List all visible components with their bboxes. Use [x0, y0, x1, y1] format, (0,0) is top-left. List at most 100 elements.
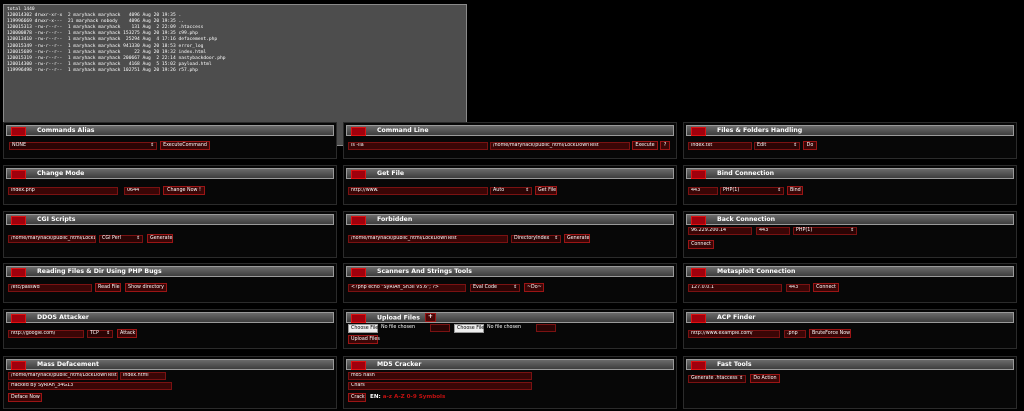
panel-scanners: Scanners And Strings Tools <?php echo "S… — [343, 263, 677, 303]
panel-header: Forbidden — [346, 214, 674, 225]
chmod-mode-input[interactable]: 0644 — [124, 187, 160, 195]
panel-title: Scanners And Strings Tools — [377, 268, 472, 275]
back-method-select[interactable]: PHP(1) ⇕ — [793, 227, 857, 235]
red-square-icon — [11, 127, 26, 136]
cgi-type-value: CGI Perl — [102, 236, 121, 241]
select-arrows-icon: ⇕ — [739, 376, 743, 381]
panel-header: Get File — [346, 168, 674, 179]
scanner-mode-value: Eval Code — [473, 285, 497, 290]
cgi-type-select[interactable]: CGI Perl ⇕ — [99, 235, 143, 243]
md5-hash-input[interactable]: md5 hash — [348, 372, 532, 380]
bruteforce-button[interactable]: BruteForce Now — [809, 329, 851, 338]
panel-title: ACP Finder — [717, 314, 756, 321]
change-now-button[interactable]: Change Now ! — [163, 186, 205, 195]
red-square-icon — [691, 216, 706, 225]
forbidden-type-select[interactable]: DirectoryIndex ⇕ — [511, 235, 561, 243]
working-dir-input[interactable]: /home/maryhack/public_html/LockDownTest — [490, 142, 630, 150]
scanner-mode-select[interactable]: Eval Code ⇕ — [470, 284, 520, 292]
show-directory-button[interactable]: Show directory — [125, 283, 167, 292]
choose-file-button-2[interactable]: Choose File — [454, 324, 484, 333]
get-file-button[interactable]: Get File — [535, 186, 557, 195]
ddos-protocol-select[interactable]: TCP ⇕ — [87, 330, 113, 338]
chmod-file-input[interactable]: index.php — [8, 187, 118, 195]
forbidden-path-input[interactable]: /home/maryhack/public_html/LockDownTest — [348, 235, 508, 243]
upload-files-button[interactable]: Upload Files — [348, 335, 380, 344]
charset-label: EN: a-z A-Z 0-9 Symbols — [370, 394, 445, 400]
panel-title: Reading Files & Dir Using PHP Bugs — [37, 268, 162, 275]
get-file-url-input[interactable]: http://www. — [348, 187, 488, 195]
panel-ddos: DDOS Attacker http://google.com/ TCP ⇕ At… — [3, 309, 337, 349]
scanner-do-button[interactable]: ~Do~ — [524, 283, 544, 292]
bind-button[interactable]: Bind — [787, 186, 803, 195]
metasploit-connect-button[interactable]: Connect — [813, 283, 839, 292]
deface-path-input[interactable]: /home/maryhack/public_html/LockDownTest — [8, 372, 118, 380]
cgi-generate-button[interactable]: Generate — [147, 234, 173, 243]
file-action-value: Edit — [757, 143, 767, 148]
deface-now-button[interactable]: Deface Now — [8, 393, 42, 402]
cgi-path-input[interactable]: /home/maryhack/public_html/LockD — [8, 235, 96, 243]
red-square-icon — [351, 361, 366, 370]
red-square-icon — [691, 314, 706, 323]
panel-header: Mass Defacement — [6, 359, 334, 370]
forbidden-type-value: DirectoryIndex — [514, 236, 550, 241]
crack-button[interactable]: Crack — [348, 393, 366, 402]
select-arrows-icon: ⇕ — [106, 331, 110, 336]
red-square-icon — [351, 170, 366, 179]
metasploit-port-input[interactable]: 443 — [786, 284, 810, 292]
md5-chars-input[interactable]: Chars — [348, 382, 532, 390]
deface-message-input[interactable]: Hacked By SyRiAn_34G13 — [8, 382, 172, 390]
panel-mass-deface: Mass Defacement /home/maryhack/public_ht… — [3, 356, 337, 409]
back-port-input[interactable]: 443 — [756, 227, 790, 235]
back-connect-button[interactable]: Connect — [688, 240, 714, 249]
get-file-method-select[interactable]: Auto ⇕ — [490, 187, 532, 195]
red-square-icon — [691, 170, 706, 179]
ddos-target-input[interactable]: http://google.com/ — [8, 330, 84, 338]
panel-header: Files & Folders Handling — [686, 125, 1014, 136]
panel-title: MD5 Cracker — [377, 361, 422, 368]
metasploit-ip-input[interactable]: 127.0.0.1 — [688, 284, 782, 292]
do-button[interactable]: Do — [803, 141, 817, 150]
panel-header: Upload Files + — [346, 312, 674, 323]
alias-select[interactable]: NONE ⇕ — [9, 142, 157, 150]
deface-file-input[interactable]: index.html — [120, 372, 166, 380]
panel-reading-files: Reading Files & Dir Using PHP Bugs /etc/… — [3, 263, 337, 303]
select-arrows-icon: ⇕ — [554, 236, 558, 241]
execute-button[interactable]: Execute — [632, 141, 658, 150]
file-action-select[interactable]: Edit ⇕ — [754, 142, 800, 150]
back-ip-input[interactable]: 96.229.200.14 — [688, 227, 752, 235]
bind-method-value: PHP(1) — [723, 188, 740, 193]
choose-file-button-1[interactable]: Choose File — [348, 324, 378, 333]
panel-md5-cracker: MD5 Cracker md5 hash Chars Crack EN: a-z… — [343, 356, 677, 409]
charset-value: a-z A-Z 0-9 Symbols — [382, 394, 446, 400]
help-button[interactable]: ? — [660, 141, 670, 150]
red-square-icon — [11, 361, 26, 370]
panel-title: Change Mode — [37, 170, 85, 177]
read-file-button[interactable]: Read File — [95, 283, 121, 292]
fast-tools-select[interactable]: Generate .htaccess ⇕ — [688, 375, 746, 383]
read-file-input[interactable]: /etc/passwd — [8, 284, 92, 292]
add-upload-button[interactable]: + — [424, 313, 436, 322]
file-slot-2 — [536, 324, 556, 332]
panel-title: Command Line — [377, 127, 429, 134]
no-file-label-1: No file chosen — [381, 325, 415, 330]
filename-input[interactable]: index.txt — [688, 142, 752, 150]
attack-button[interactable]: Attack — [117, 329, 137, 338]
bind-port-input[interactable]: 443 — [688, 187, 718, 195]
execute-command-button[interactable]: ExecuteCommand — [160, 141, 210, 150]
acp-url-input[interactable]: http://www.example.com/ — [688, 330, 780, 338]
panel-title: Back Connection — [717, 216, 776, 223]
scanner-code-input[interactable]: <?php echo "SyRiAn_Sh3ll V5.6"; ?> — [348, 284, 466, 292]
panel-title: Forbidden — [377, 216, 413, 223]
forbidden-generate-button[interactable]: Generate — [564, 234, 590, 243]
panel-change-mode: Change Mode index.php 0644 Change Now ! — [3, 165, 337, 205]
bind-method-select[interactable]: PHP(1) ⇕ — [720, 187, 784, 195]
acp-ext-input[interactable]: .php — [784, 330, 806, 338]
panel-header: Commands Alias — [6, 125, 334, 136]
command-input[interactable]: ls -lia — [348, 142, 488, 150]
red-square-icon — [351, 314, 366, 323]
back-method-value: PHP(1) — [796, 228, 813, 233]
panel-commands-alias: Commands Alias NONE ⇕ ExecuteCommand — [3, 122, 337, 159]
panel-header: Change Mode — [6, 168, 334, 179]
panel-header: MD5 Cracker — [346, 359, 674, 370]
do-action-button[interactable]: Do Action — [750, 374, 780, 383]
